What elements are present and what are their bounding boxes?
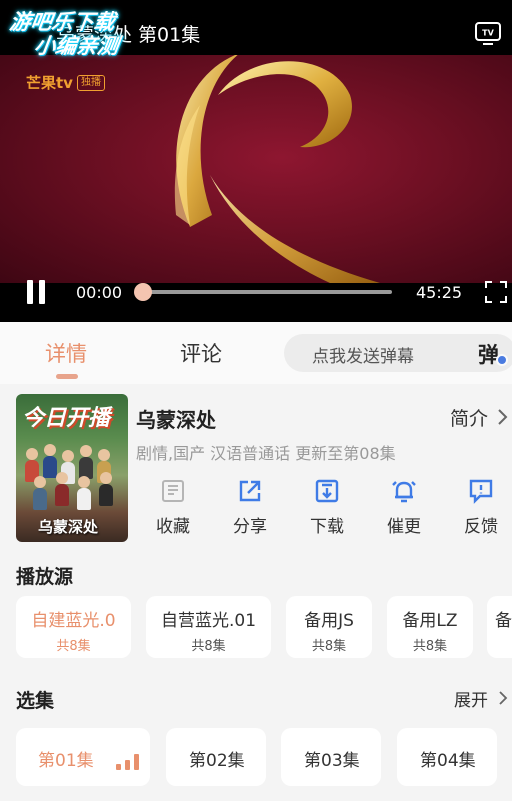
tab-comments[interactable]: 评论 bbox=[180, 338, 222, 368]
request-update-button[interactable]: 催更 bbox=[374, 478, 434, 538]
danmaku-settings-dot bbox=[496, 354, 508, 366]
source-name: 自建蓝光.0 bbox=[31, 611, 116, 631]
favorite-label: 收藏 bbox=[156, 517, 190, 537]
source-count: 共8集 bbox=[56, 639, 91, 654]
source-name: 备用LZ bbox=[402, 611, 458, 631]
source-card[interactable]: 自营蓝光.01 共8集 bbox=[146, 596, 271, 658]
source-name: 备用JS bbox=[304, 611, 354, 631]
source-card[interactable]: 自建蓝光.0 共8集 bbox=[16, 596, 131, 658]
danmaku-char: 弹 bbox=[478, 343, 499, 367]
watermark-line2: 小编亲测 bbox=[32, 34, 120, 58]
feedback-icon bbox=[469, 479, 493, 504]
channel-logo-text: 芒果tv bbox=[26, 74, 73, 92]
source-card[interactable]: 备用LZ 共8集 bbox=[387, 596, 473, 658]
danmaku-input[interactable]: 点我发送弹幕 弹 bbox=[284, 334, 512, 372]
watermark: 游吧乐下载 小编亲测 bbox=[5, 10, 124, 58]
tab-active-indicator bbox=[56, 374, 78, 379]
show-info: 今日开播 乌蒙深处 乌蒙深处 简介 剧情,国产 汉语普通话 更新至第08集 收藏 bbox=[0, 384, 512, 554]
favorite-icon bbox=[162, 480, 184, 502]
tab-bar: 详情 评论 点我发送弹幕 弹 bbox=[0, 322, 512, 384]
watermark-line1: 游吧乐下载 bbox=[8, 10, 117, 34]
danmaku-placeholder: 点我发送弹幕 bbox=[312, 347, 414, 367]
video-player[interactable]: 芒果tv 独播 游吧乐下载 小编亲测 乌蒙深处 第01集 TV 00:00 45… bbox=[0, 0, 512, 322]
request-update-label: 催更 bbox=[387, 517, 421, 537]
player-controls: 00:00 45:25 bbox=[0, 278, 512, 308]
download-button[interactable]: 下载 bbox=[297, 478, 357, 538]
svg-text:TV: TV bbox=[482, 29, 494, 38]
source-count: 共8集 bbox=[311, 639, 347, 654]
episode-label: 第04集 bbox=[420, 751, 476, 771]
action-row: 收藏 分享 下载 催更 反馈 bbox=[0, 478, 512, 538]
source-list: 自建蓝光.0 共8集 自营蓝光.01 共8集 备用JS 共8集 备用LZ 共8集… bbox=[0, 596, 512, 660]
episode-label: 第02集 bbox=[189, 751, 245, 771]
share-label: 分享 bbox=[233, 517, 267, 537]
intro-link[interactable]: 简介 bbox=[450, 404, 488, 431]
danmaku-toggle-icon[interactable]: 弹 bbox=[478, 339, 512, 369]
episode-label: 第03集 bbox=[304, 751, 360, 771]
progress-thumb[interactable] bbox=[134, 283, 152, 301]
source-count: 共8集 bbox=[191, 639, 226, 654]
tv-cast-icon[interactable]: TV bbox=[474, 20, 502, 46]
source-count: 共8集 bbox=[412, 639, 448, 654]
episode-card[interactable]: 第03集 bbox=[281, 728, 381, 786]
chevron-right-icon[interactable] bbox=[496, 408, 508, 426]
now-playing-icon bbox=[116, 752, 144, 770]
episodes-title: 选集 bbox=[16, 690, 55, 712]
fullscreen-icon[interactable] bbox=[484, 280, 508, 304]
source-card[interactable]: 备用JS 共8集 bbox=[286, 596, 372, 658]
show-title: 乌蒙深处 bbox=[136, 408, 216, 432]
share-button[interactable]: 分享 bbox=[220, 478, 280, 538]
episode-list: 第01集 第02集 第03集 第04集 bbox=[0, 728, 512, 788]
poster-banner: 今日开播 bbox=[22, 406, 111, 431]
feedback-button[interactable]: 反馈 bbox=[451, 478, 511, 538]
channel-badge: 独播 bbox=[76, 74, 105, 91]
episode-card[interactable]: 第04集 bbox=[397, 728, 497, 786]
current-time: 00:00 bbox=[76, 283, 123, 302]
bell-icon bbox=[392, 481, 416, 503]
pause-icon[interactable] bbox=[24, 280, 48, 306]
episode-card[interactable]: 第02集 bbox=[166, 728, 266, 786]
share-icon bbox=[239, 480, 261, 502]
total-time: 45:25 bbox=[416, 283, 463, 302]
channel-logo: 芒果tv 独播 bbox=[26, 72, 105, 93]
episode-card[interactable]: 第01集 bbox=[16, 728, 150, 786]
download-icon bbox=[315, 479, 339, 503]
favorite-button[interactable]: 收藏 bbox=[143, 478, 203, 538]
source-card[interactable]: 备 bbox=[487, 596, 512, 658]
download-label: 下载 bbox=[310, 517, 344, 537]
tab-details[interactable]: 详情 bbox=[45, 338, 87, 368]
source-name: 自营蓝光.01 bbox=[160, 611, 257, 631]
sources-title: 播放源 bbox=[16, 566, 74, 588]
source-name: 备 bbox=[495, 611, 512, 631]
progress-bar[interactable] bbox=[136, 290, 392, 294]
expand-link[interactable]: 展开 bbox=[454, 686, 488, 711]
video-frame[interactable]: 芒果tv 独播 bbox=[0, 55, 512, 283]
feedback-label: 反馈 bbox=[464, 517, 498, 537]
show-meta: 剧情,国产 汉语普通话 更新至第08集 bbox=[136, 444, 396, 463]
episode-label: 第01集 bbox=[38, 751, 94, 771]
chevron-right-icon[interactable] bbox=[498, 690, 508, 706]
